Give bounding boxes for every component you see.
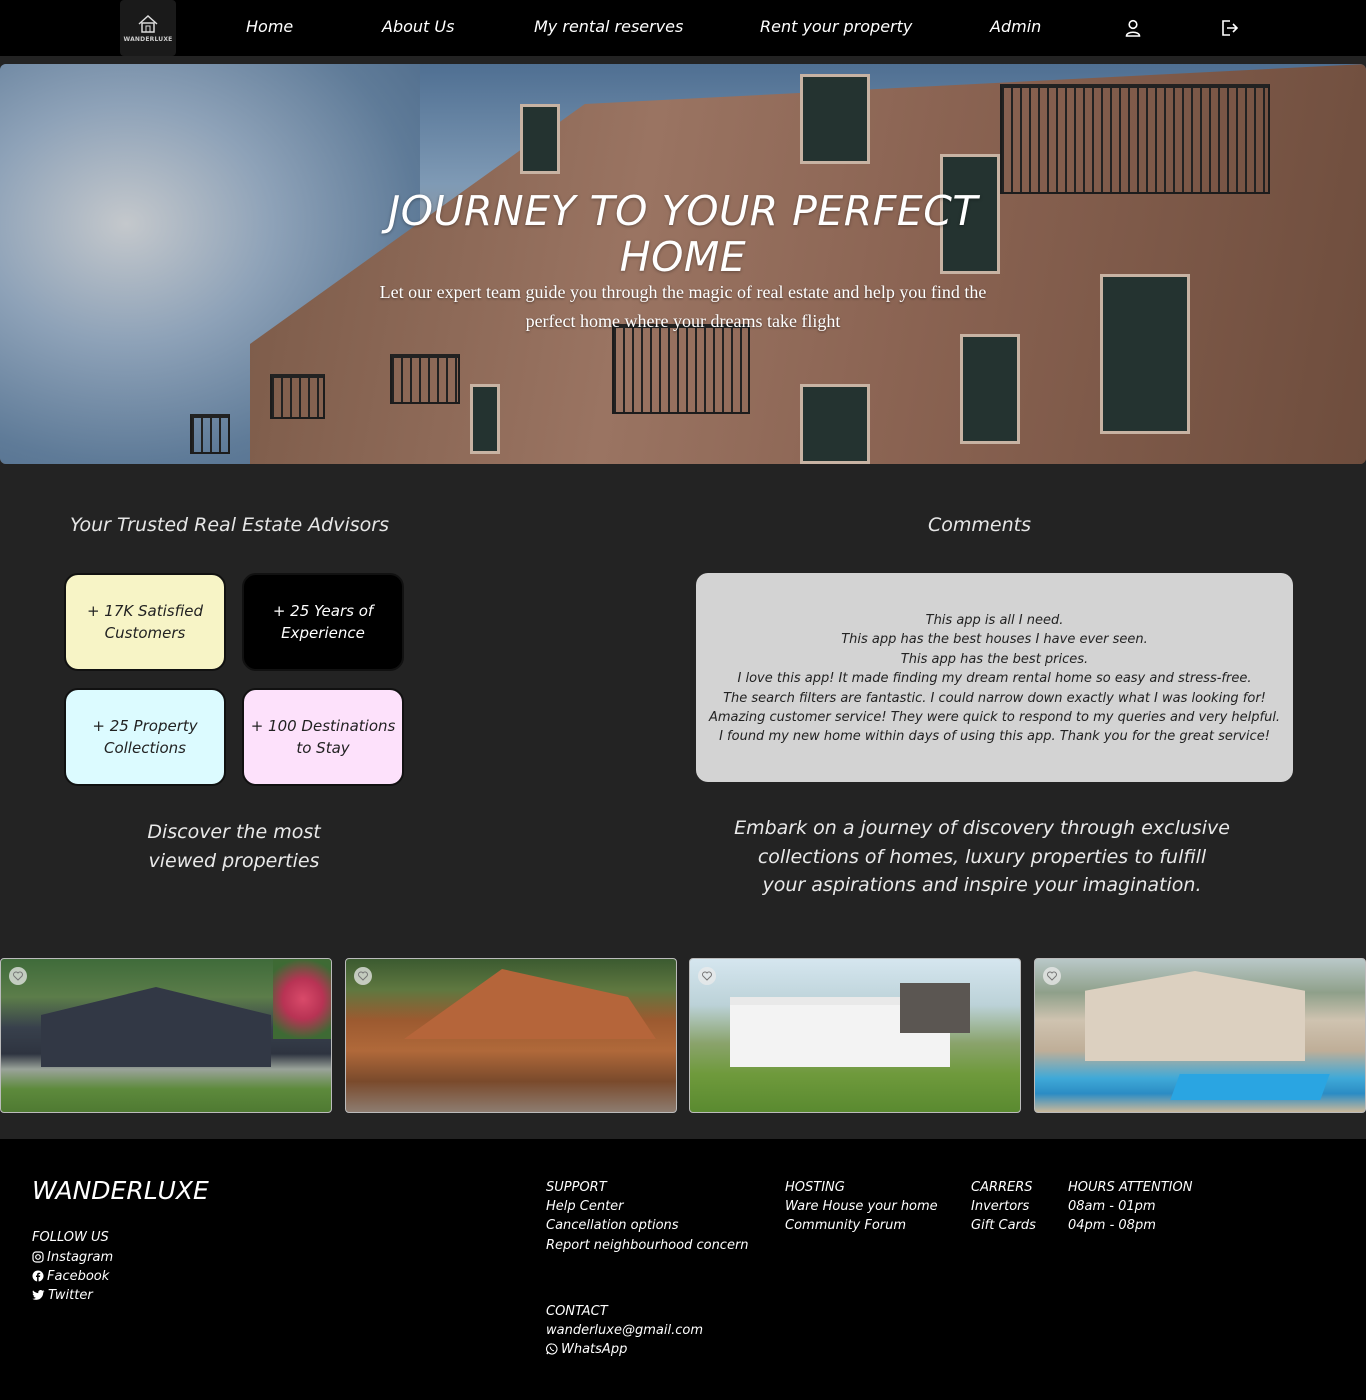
- discover-line: Discover the most: [147, 821, 321, 843]
- nav-rent-your-property[interactable]: Rent your property: [760, 17, 912, 36]
- flower-bush: [273, 959, 331, 1039]
- hero-balcony: [190, 414, 230, 454]
- twitter-link[interactable]: Twitter: [32, 1288, 93, 1303]
- hero-window: [960, 334, 1020, 444]
- twitter-icon: [32, 1290, 45, 1300]
- hero-subtitle: Let our expert team guide you through th…: [340, 278, 1026, 336]
- house-shape: [1085, 971, 1305, 1061]
- nav-admin[interactable]: Admin: [990, 17, 1041, 36]
- whatsapp-label: WhatsApp: [561, 1342, 628, 1357]
- embark-text: Embark on a journey of discovery through…: [712, 814, 1252, 900]
- facebook-icon: [32, 1270, 44, 1282]
- email-link[interactable]: wanderluxe@gmail.com: [546, 1323, 703, 1338]
- property-card[interactable]: [345, 958, 677, 1113]
- logo[interactable]: WANDERLUXE: [120, 0, 176, 56]
- hero-window: [520, 104, 560, 174]
- embark-line: collections of homes, luxury properties …: [757, 845, 1207, 868]
- comment-item: This app is all I need.: [925, 613, 1064, 628]
- instagram-label: Instagram: [47, 1250, 114, 1265]
- hero-subtitle-line: Let our expert team guide you through th…: [379, 282, 987, 302]
- carrers-title: CARRERS: [971, 1180, 1033, 1195]
- hours-afternoon: 04pm - 08pm: [1068, 1218, 1156, 1233]
- stat-years-experience: + 25 Years of Experience: [242, 573, 404, 671]
- help-center-link[interactable]: Help Center: [546, 1199, 624, 1214]
- logout-icon[interactable]: [1219, 18, 1239, 38]
- user-icon[interactable]: [1123, 18, 1143, 38]
- hero-window: [1100, 274, 1190, 434]
- hero-balcony: [1000, 84, 1270, 194]
- nav-about-us[interactable]: About Us: [382, 17, 454, 36]
- embark-line: Embark on a journey of discovery through…: [734, 817, 1230, 839]
- comments-title: Comments: [928, 514, 1031, 536]
- logo-text: WANDERLUXE: [123, 35, 173, 43]
- house-logo-icon: [138, 14, 158, 33]
- hero-window: [800, 74, 870, 164]
- stat-property-collections: + 25 Property Collections: [64, 688, 226, 786]
- report-concern-link[interactable]: Report neighbourhood concern: [546, 1238, 749, 1253]
- hero-balcony: [612, 324, 750, 414]
- comment-item: Amazing customer service! They were quic…: [708, 710, 1281, 726]
- nav-my-rental-reserves[interactable]: My rental reserves: [534, 17, 683, 36]
- embark-line: your aspirations and inspire your imagin…: [762, 874, 1202, 897]
- invertors-link[interactable]: Invertors: [971, 1199, 1029, 1214]
- favorite-heart-icon[interactable]: [354, 967, 372, 985]
- hero-balcony: [390, 354, 460, 404]
- comment-item: I found my new home within days of using…: [719, 729, 1270, 745]
- cancellation-options-link[interactable]: Cancellation options: [546, 1218, 679, 1233]
- hero-title: JOURNEY TO YOUR PERFECT HOME: [333, 188, 1033, 280]
- property-card[interactable]: [1034, 958, 1366, 1113]
- facebook-label: Facebook: [47, 1269, 110, 1284]
- comments-box: This app is all I need. This app has the…: [696, 573, 1293, 782]
- comment-item: The search filters are fantastic. I coul…: [723, 690, 1266, 706]
- favorite-heart-icon[interactable]: [1043, 967, 1061, 985]
- hero-banner: JOURNEY TO YOUR PERFECT HOME Let our exp…: [0, 64, 1366, 464]
- discover-line: viewed properties: [148, 850, 320, 872]
- instagram-icon: [32, 1251, 44, 1263]
- comment-item: This app has the best houses I have ever…: [841, 632, 1148, 648]
- follow-us-title: FOLLOW US: [32, 1230, 109, 1245]
- stat-satisfied-customers: + 17K Satisfied Customers: [64, 573, 226, 671]
- instagram-link[interactable]: Instagram: [32, 1250, 113, 1265]
- house-shape: [41, 987, 271, 1067]
- twitter-label: Twitter: [48, 1288, 93, 1303]
- favorite-heart-icon[interactable]: [9, 967, 27, 985]
- pool: [1170, 1074, 1330, 1100]
- hours-title: HOURS ATTENTION: [1068, 1180, 1193, 1195]
- house-roof: [404, 969, 656, 1039]
- house-upper: [900, 983, 970, 1033]
- whatsapp-link[interactable]: WhatsApp: [546, 1342, 627, 1357]
- hero-title-line: HOME: [619, 233, 747, 281]
- community-forum-link[interactable]: Community Forum: [785, 1218, 906, 1233]
- footer: WANDERLUXE FOLLOW US Instagram Facebook …: [0, 1139, 1366, 1400]
- hero-window: [800, 384, 870, 464]
- top-navbar: WANDERLUXE Home About Us My rental reser…: [0, 0, 1366, 56]
- whatsapp-icon: [546, 1343, 558, 1355]
- hero-title-line: JOURNEY TO YOUR PERFECT: [388, 187, 978, 235]
- warehouse-home-link[interactable]: Ware House your home: [785, 1199, 938, 1214]
- footer-brand: WANDERLUXE: [32, 1176, 209, 1205]
- discover-text: Discover the most viewed properties: [100, 818, 368, 876]
- gift-cards-link[interactable]: Gift Cards: [971, 1218, 1036, 1233]
- support-title: SUPPORT: [546, 1180, 607, 1195]
- hosting-title: HOSTING: [785, 1180, 845, 1195]
- hours-morning: 08am - 01pm: [1068, 1199, 1156, 1214]
- property-card[interactable]: [689, 958, 1021, 1113]
- nav-home[interactable]: Home: [246, 17, 293, 36]
- contact-title: CONTACT: [546, 1304, 608, 1319]
- facebook-link[interactable]: Facebook: [32, 1269, 109, 1284]
- hero-balcony: [270, 374, 325, 419]
- hero-subtitle-line: perfect home where your dreams take flig…: [525, 311, 841, 331]
- advisors-title: Your Trusted Real Estate Advisors: [70, 514, 390, 536]
- favorite-heart-icon[interactable]: [698, 967, 716, 985]
- property-card[interactable]: [0, 958, 332, 1113]
- comment-item: This app has the best prices.: [900, 651, 1089, 667]
- hero-window: [470, 384, 500, 454]
- stat-destinations: + 100 Destinations to Stay: [242, 688, 404, 786]
- comment-item: I love this app! It made finding my drea…: [737, 671, 1252, 687]
